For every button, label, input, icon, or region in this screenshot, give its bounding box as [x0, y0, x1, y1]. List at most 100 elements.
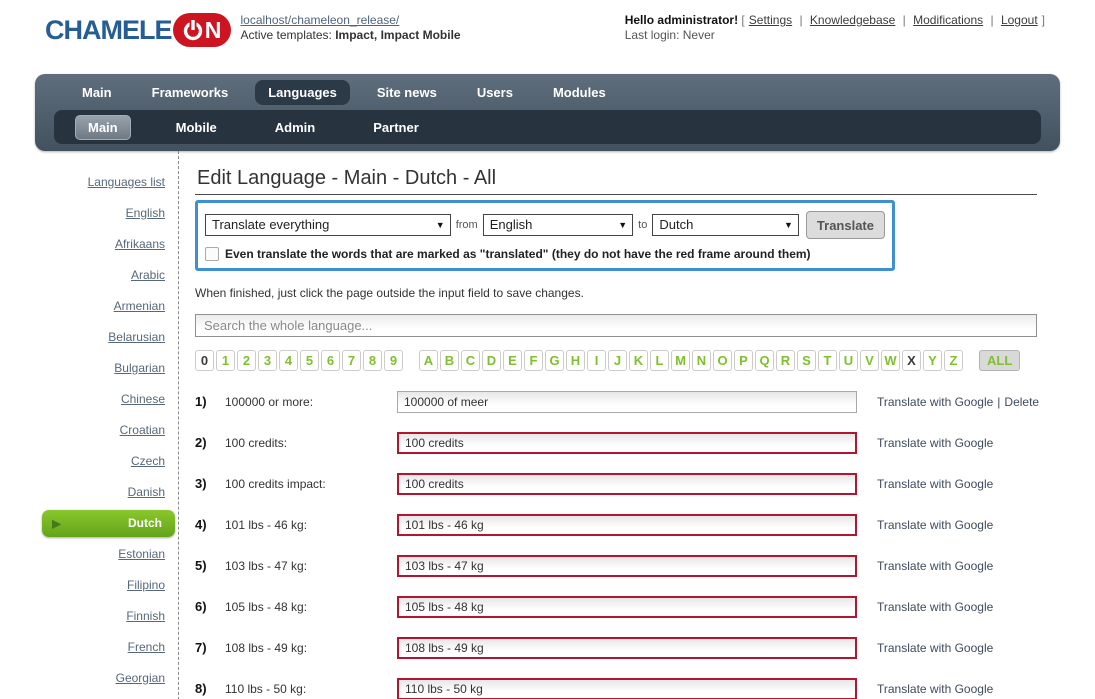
language-sidebar: Languages listEnglishAfrikaansArabicArme… — [0, 151, 179, 699]
filter-button-l[interactable]: L — [650, 350, 669, 371]
sidebar-item-afrikaans[interactable]: Afrikaans — [0, 229, 178, 260]
sidebar-item-georgian[interactable]: Georgian — [0, 663, 178, 694]
delete-link[interactable]: Delete — [1004, 395, 1039, 409]
filter-button-4[interactable]: 4 — [279, 350, 298, 371]
menu-knowledgebase-link[interactable]: Knowledgebase — [810, 13, 895, 27]
translation-input[interactable] — [397, 596, 857, 618]
sidebar-item-armenian[interactable]: Armenian — [0, 291, 178, 322]
filter-button-z[interactable]: Z — [944, 350, 963, 371]
filter-button-i[interactable]: I — [587, 350, 606, 371]
translation-input[interactable] — [397, 555, 857, 577]
filter-button-e[interactable]: E — [503, 350, 522, 371]
filter-button-k[interactable]: K — [629, 350, 648, 371]
sidebar-item-finnish[interactable]: Finnish — [0, 601, 178, 632]
translate-with-google-link[interactable]: Translate with Google — [877, 600, 993, 614]
subtab-main[interactable]: Main — [75, 115, 131, 140]
filter-button-6[interactable]: 6 — [321, 350, 340, 371]
filter-button-f[interactable]: F — [524, 350, 543, 371]
filter-button-a[interactable]: A — [419, 350, 438, 371]
filter-button-t[interactable]: T — [818, 350, 837, 371]
sidebar-item-bulgarian[interactable]: Bulgarian — [0, 353, 178, 384]
sidebar-item-czech[interactable]: Czech — [0, 446, 178, 477]
filter-button-c[interactable]: C — [461, 350, 480, 371]
filter-button-8[interactable]: 8 — [363, 350, 382, 371]
from-language-select[interactable]: English ▼ — [483, 214, 633, 236]
sidebar-item-estonian[interactable]: Estonian — [0, 539, 178, 570]
filter-button-j[interactable]: J — [608, 350, 627, 371]
sidebar-item-french[interactable]: French — [0, 632, 178, 663]
filter-button-s[interactable]: S — [797, 350, 816, 371]
translate-with-google-link[interactable]: Translate with Google — [877, 436, 993, 450]
even-translate-checkbox[interactable] — [205, 247, 219, 261]
tab-site-news[interactable]: Site news — [364, 80, 450, 105]
row-actions: Translate with Google — [877, 477, 993, 491]
filter-button-d[interactable]: D — [482, 350, 501, 371]
translate-with-google-link[interactable]: Translate with Google — [877, 682, 993, 696]
menu-separator: | — [899, 13, 909, 27]
site-info: localhost/chameleon_release/ Active temp… — [241, 12, 461, 43]
menu-separator: | — [796, 13, 806, 27]
filter-button-1[interactable]: 1 — [216, 350, 235, 371]
sidebar-item-croatian[interactable]: Croatian — [0, 415, 178, 446]
sidebar-item-english[interactable]: English — [0, 198, 178, 229]
tab-languages[interactable]: Languages — [255, 80, 350, 105]
menu-logout-link[interactable]: Logout — [1001, 13, 1038, 27]
subtab-admin[interactable]: Admin — [262, 115, 328, 140]
filter-button-2[interactable]: 2 — [237, 350, 256, 371]
filter-button-p[interactable]: P — [734, 350, 753, 371]
filter-button-u[interactable]: U — [839, 350, 858, 371]
translate-with-google-link[interactable]: Translate with Google — [877, 641, 993, 655]
translate-with-google-link[interactable]: Translate with Google — [877, 477, 993, 491]
translation-input[interactable] — [397, 391, 857, 413]
filter-button-all[interactable]: ALL — [979, 350, 1020, 371]
filter-button-3[interactable]: 3 — [258, 350, 277, 371]
filter-button-n[interactable]: N — [692, 350, 711, 371]
translation-input[interactable] — [397, 473, 857, 495]
filter-button-q[interactable]: Q — [755, 350, 774, 371]
tab-users[interactable]: Users — [464, 80, 526, 105]
subtab-mobile[interactable]: Mobile — [163, 115, 230, 140]
translate-mode-select[interactable]: Translate everything ▼ — [205, 214, 451, 236]
filter-button-5[interactable]: 5 — [300, 350, 319, 371]
translate-with-google-link[interactable]: Translate with Google — [877, 518, 993, 532]
translation-input[interactable] — [397, 514, 857, 536]
translation-input[interactable] — [397, 637, 857, 659]
translation-input[interactable] — [397, 432, 857, 454]
menu-settings-link[interactable]: Settings — [749, 13, 792, 27]
sidebar-item-dutch-selected[interactable]: ▶Dutch — [42, 510, 175, 537]
tab-frameworks[interactable]: Frameworks — [139, 80, 242, 105]
filter-button-b[interactable]: B — [440, 350, 459, 371]
filter-button-9[interactable]: 9 — [384, 350, 403, 371]
chameleon-logo[interactable]: CHAMELE N — [45, 12, 231, 48]
menu-modifications-link[interactable]: Modifications — [913, 13, 983, 27]
row-number: 6) — [195, 599, 225, 614]
filter-button-h[interactable]: H — [566, 350, 585, 371]
sidebar-item-belarusian[interactable]: Belarusian — [0, 322, 178, 353]
filter-button-o[interactable]: O — [713, 350, 732, 371]
sidebar-item-german[interactable]: German — [0, 694, 178, 699]
sidebar-item-arabic[interactable]: Arabic — [0, 260, 178, 291]
filter-button-0[interactable]: 0 — [195, 350, 214, 371]
filter-button-m[interactable]: M — [671, 350, 690, 371]
search-input[interactable] — [195, 314, 1037, 337]
sidebar-item-danish[interactable]: Danish — [0, 477, 178, 508]
filter-button-w[interactable]: W — [881, 350, 900, 371]
filter-button-7[interactable]: 7 — [342, 350, 361, 371]
translate-with-google-link[interactable]: Translate with Google — [877, 559, 993, 573]
filter-button-v[interactable]: V — [860, 350, 879, 371]
subtab-partner[interactable]: Partner — [360, 115, 432, 140]
filter-button-x[interactable]: X — [902, 350, 921, 371]
tab-modules[interactable]: Modules — [540, 80, 619, 105]
sidebar-item-languages-list[interactable]: Languages list — [0, 167, 178, 198]
translate-with-google-link[interactable]: Translate with Google — [877, 395, 993, 409]
sidebar-item-filipino[interactable]: Filipino — [0, 570, 178, 601]
filter-button-y[interactable]: Y — [923, 350, 942, 371]
site-url-link[interactable]: localhost/chameleon_release/ — [241, 13, 400, 27]
filter-button-g[interactable]: G — [545, 350, 564, 371]
tab-main[interactable]: Main — [69, 80, 125, 105]
translation-input[interactable] — [397, 678, 857, 699]
sidebar-item-chinese[interactable]: Chinese — [0, 384, 178, 415]
translate-button[interactable]: Translate — [806, 211, 885, 239]
filter-button-r[interactable]: R — [776, 350, 795, 371]
to-language-select[interactable]: Dutch ▼ — [652, 214, 799, 236]
